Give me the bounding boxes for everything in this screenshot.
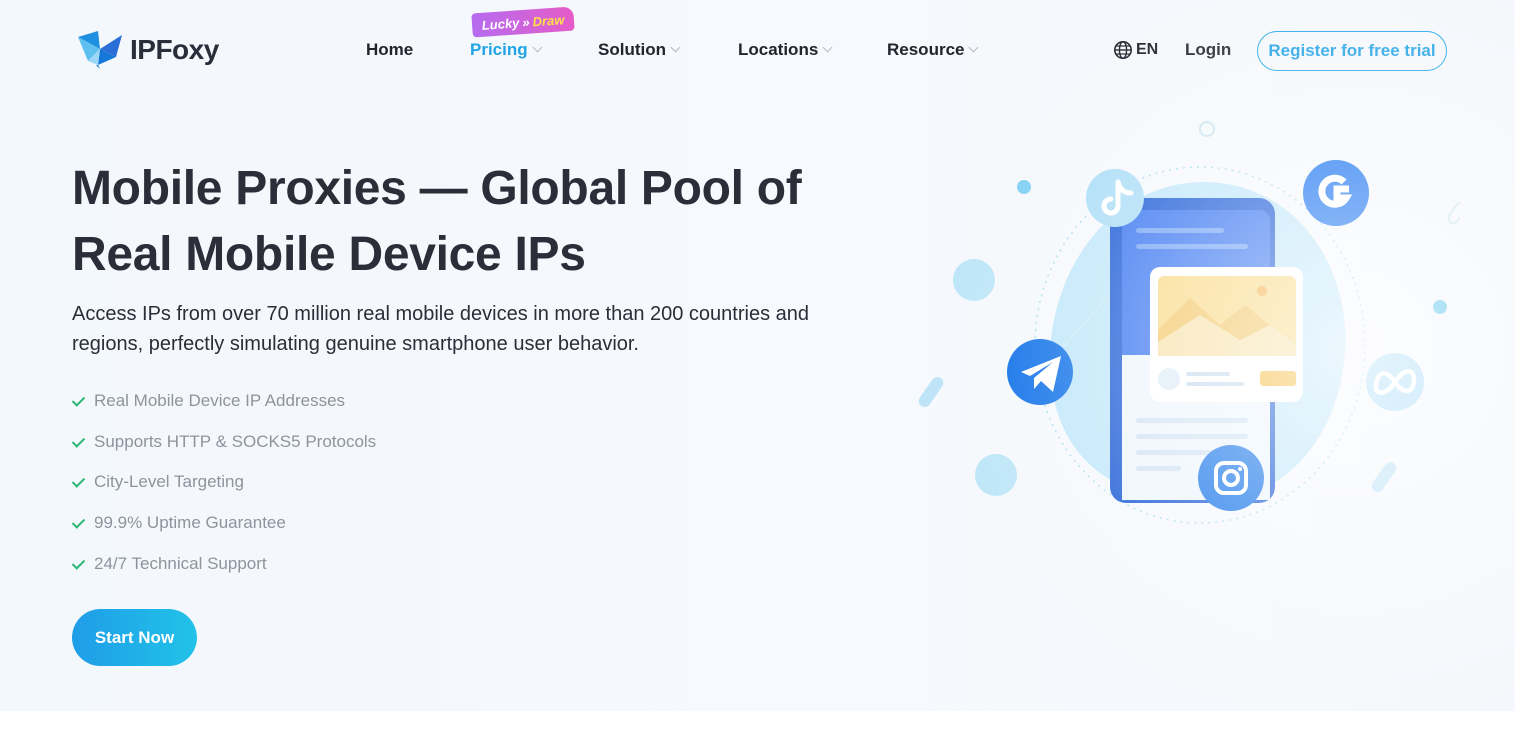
feature-label: Real Mobile Device IP Addresses (94, 391, 346, 411)
feature-list: Real Mobile Device IP Addresses Supports… (72, 381, 376, 584)
login-link[interactable]: Login (1185, 40, 1231, 60)
check-icon (72, 394, 86, 408)
feature-label: City-Level Targeting (94, 472, 244, 492)
chevron-down-icon (822, 42, 833, 53)
title-line-1: Mobile Proxies — Global Pool of (72, 162, 802, 215)
check-icon (72, 557, 86, 571)
feature-label: 99.9% Uptime Guarantee (94, 513, 286, 533)
list-item: 99.9% Uptime Guarantee (72, 503, 376, 544)
list-item: 24/7 Technical Support (72, 543, 376, 584)
language-label: EN (1136, 41, 1159, 58)
chevron-down-icon (532, 42, 543, 53)
phone-screen-top (1122, 210, 1270, 500)
ipfoxy-logo-icon (78, 31, 122, 69)
screen-line (1136, 466, 1181, 471)
chevron-down-icon (670, 42, 681, 53)
nav-item-label: Locations (738, 40, 819, 59)
screen-line (1136, 434, 1248, 439)
hero-description: Access IPs from over 70 million real mob… (72, 299, 892, 359)
nav-item-locations[interactable]: Locations (738, 40, 833, 60)
screen-line (1136, 418, 1248, 423)
tiktok-icon (1086, 169, 1144, 227)
image-sun (1257, 286, 1267, 296)
check-icon (72, 475, 86, 489)
phone-body (1110, 198, 1275, 503)
badge-draw-text: Draw (531, 11, 565, 29)
feature-label: 24/7 Technical Support (94, 553, 267, 573)
hero-section: IPFoxy Lucky » Draw Home Pricing Solutio… (0, 0, 1515, 711)
page-title: Mobile Proxies — Global Pool of Real Mob… (72, 156, 892, 288)
image-card (1150, 267, 1303, 402)
decor-pill (1371, 461, 1397, 493)
phone-screen-bottom (1122, 355, 1270, 500)
image-mountain (1158, 298, 1296, 356)
brand-name: IPFoxy (130, 34, 219, 65)
decor-pill (918, 376, 944, 408)
mobile-proxy-illustration (918, 121, 1460, 524)
description-line-2: regions, perfectly simulating genuine sm… (72, 333, 639, 355)
google-icon (1303, 160, 1369, 226)
nav-item-home[interactable]: Home (366, 40, 413, 60)
nav-item-resource[interactable]: Resource (887, 40, 979, 60)
check-icon (72, 435, 86, 449)
decor-line (1019, 249, 1151, 396)
lucky-draw-badge[interactable]: Lucky » Draw (471, 6, 575, 38)
list-item: Real Mobile Device IP Addresses (72, 381, 376, 422)
instagram-icon (1198, 445, 1264, 511)
check-icon (72, 516, 86, 530)
decor-dot (1017, 180, 1031, 194)
nav-item-solution[interactable]: Solution (598, 40, 681, 60)
telegram-icon (1007, 339, 1073, 405)
page-bottom (0, 711, 1515, 735)
badge-lucky-text: Lucky (481, 14, 520, 33)
feature-label: Supports HTTP & SOCKS5 Protocols (94, 431, 377, 451)
image-mountain (1158, 315, 1296, 356)
card-line (1186, 372, 1230, 376)
background-blob (1050, 181, 1346, 504)
list-item: Supports HTTP & SOCKS5 Protocols (72, 422, 376, 463)
decor-pill (1447, 202, 1460, 224)
screen-line (1136, 450, 1216, 455)
nav-item-pricing[interactable]: Pricing (470, 40, 543, 60)
decor-dot (975, 454, 1017, 496)
logo[interactable]: IPFoxy (76, 29, 219, 71)
register-button[interactable]: Register for free trial (1257, 31, 1447, 71)
nav-item-label: Home (366, 40, 414, 59)
card-avatar (1158, 368, 1180, 390)
screen-line (1136, 228, 1224, 233)
card-button (1260, 371, 1296, 386)
nav-item-label: Pricing (470, 40, 528, 59)
nav-item-label: Resource (887, 40, 965, 59)
image-thumbnail (1158, 276, 1296, 356)
list-item: City-Level Targeting (72, 462, 376, 503)
start-now-button[interactable]: Start Now (72, 609, 197, 666)
globe-icon (1114, 41, 1132, 59)
badge-separator: » (521, 14, 531, 30)
nav-item-label: Solution (598, 40, 666, 59)
screen-line (1136, 244, 1248, 249)
decor-dot (1433, 300, 1447, 314)
decor-dot (953, 259, 995, 301)
chevron-down-icon (969, 42, 979, 53)
title-line-2: Real Mobile Device IPs (72, 228, 586, 281)
orbit-path (1034, 166, 1366, 524)
meta-icon (1366, 353, 1424, 411)
card-line (1186, 382, 1244, 386)
language-selector[interactable]: EN (1113, 40, 1158, 60)
decor-ring (1199, 121, 1215, 137)
description-line-1: Access IPs from over 70 million real mob… (72, 303, 810, 325)
